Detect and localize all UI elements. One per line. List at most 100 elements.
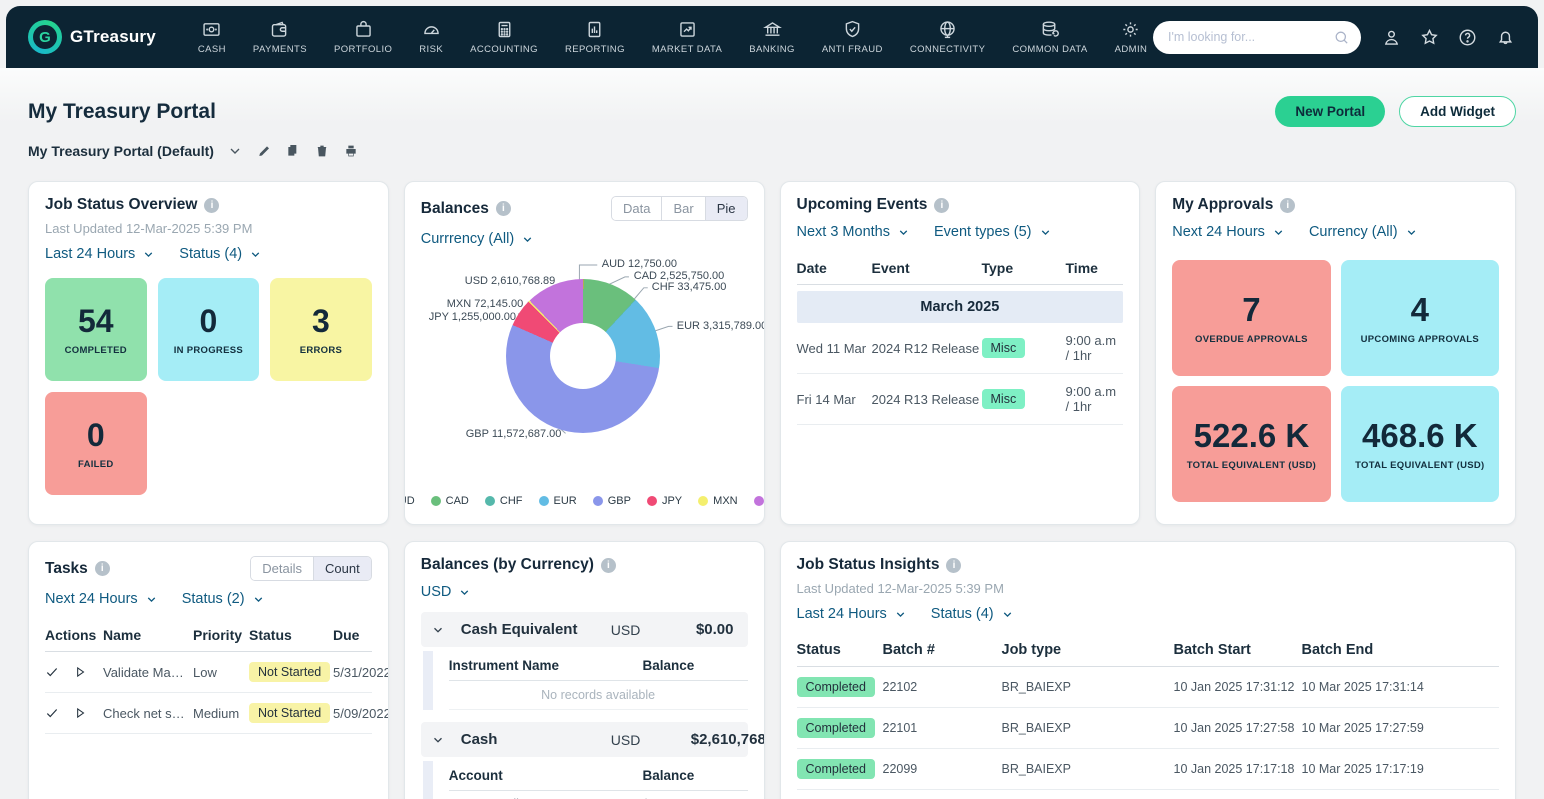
failed-tile[interactable]: 0 FAILED — [45, 392, 147, 495]
banking-icon — [762, 19, 783, 40]
view-details[interactable]: Details — [251, 557, 313, 580]
complete-task-icon[interactable] — [45, 665, 59, 679]
complete-task-icon[interactable] — [45, 706, 59, 720]
status-filter[interactable]: Status (4) — [179, 246, 262, 262]
nav-item-reporting[interactable]: REPORTING — [565, 19, 625, 55]
new-portal-button[interactable]: New Portal — [1275, 96, 1385, 127]
task-row[interactable]: Check net settl... Medium Not Started 5/… — [45, 693, 372, 734]
info-icon[interactable] — [204, 198, 219, 213]
chevron-down-icon — [1039, 226, 1052, 239]
info-icon[interactable] — [496, 201, 511, 216]
pie-label-jpy: JPY 1,255,000.00 — [429, 311, 516, 323]
time-filter[interactable]: Next 24 Hours — [45, 591, 158, 607]
view-bar[interactable]: Bar — [661, 197, 704, 220]
info-icon[interactable] — [934, 198, 949, 213]
job-status-badge: Completed — [797, 677, 875, 697]
add-widget-button[interactable]: Add Widget — [1399, 96, 1516, 127]
currency-filter[interactable]: Currrency (All) — [421, 231, 534, 247]
tasks-table-header: Actions Name Priority Status Due — [45, 621, 372, 652]
in-progress-tile[interactable]: 0 IN PROGRESS — [158, 278, 260, 381]
event-types-filter[interactable]: Event types (5) — [934, 224, 1052, 240]
status-filter[interactable]: Status (4) — [931, 606, 1014, 622]
info-icon[interactable] — [601, 558, 616, 573]
task-row[interactable]: Validate Mark to... Low Not Started 5/31… — [45, 652, 372, 693]
legend-cad[interactable]: CAD — [431, 495, 469, 507]
nav-item-anti-fraud[interactable]: ANTI FRAUD — [822, 19, 883, 55]
user-icon[interactable] — [1381, 27, 1402, 48]
start-task-icon[interactable] — [73, 706, 87, 720]
view-pie[interactable]: Pie — [705, 197, 747, 220]
nav-item-cash[interactable]: CASH — [198, 19, 226, 55]
legend-chf[interactable]: CHF — [485, 495, 523, 507]
completed-tile[interactable]: 54 COMPLETED — [45, 278, 147, 381]
search-input[interactable] — [1153, 21, 1361, 54]
print-icon[interactable] — [343, 143, 359, 159]
view-data[interactable]: Data — [612, 197, 661, 220]
nav-item-accounting[interactable]: ACCOUNTING — [470, 19, 538, 55]
edit-icon[interactable] — [256, 143, 272, 159]
event-row[interactable]: Wed 11 Mar 2024 R12 Release Misc 9:00 a.… — [797, 323, 1124, 374]
widget-title: Upcoming Events — [797, 196, 1124, 214]
nav-item-banking[interactable]: BANKING — [749, 19, 795, 55]
info-icon[interactable] — [95, 561, 110, 576]
insight-row[interactable]: Completed 22099 BR_BAIEXP 10 Jan 2025 17… — [797, 749, 1500, 790]
legend-jpy[interactable]: JPY — [647, 495, 682, 507]
help-icon[interactable] — [1457, 27, 1478, 48]
donut-chart[interactable] — [506, 279, 660, 433]
cash-section[interactable]: Cash USD $2,610,768.89 — [421, 722, 748, 757]
legend-mxn[interactable]: MXN — [698, 495, 737, 507]
page-title: My Treasury Portal — [28, 100, 216, 124]
time-filter[interactable]: Last 24 Hours — [797, 606, 907, 622]
nav-item-connectivity[interactable]: CONNECTIVITY — [910, 19, 986, 55]
nav-item-market-data[interactable]: MARKET DATA — [652, 19, 722, 55]
payments-icon — [269, 19, 290, 40]
legend-aud[interactable]: AUD — [404, 495, 415, 507]
time-filter[interactable]: Next 3 Months — [797, 224, 911, 240]
legend-gbp[interactable]: GBP — [593, 495, 631, 507]
nav-item-portfolio[interactable]: PORTFOLIO — [334, 19, 392, 55]
gtreasury-logo-icon — [28, 20, 62, 54]
event-type-badge: Misc — [982, 389, 1026, 409]
insight-row[interactable]: Completed 22101 BR_BAIEXP 10 Jan 2025 17… — [797, 708, 1500, 749]
chevron-down-icon — [521, 233, 534, 246]
chevron-down-icon[interactable] — [227, 143, 243, 159]
nav-item-risk[interactable]: RISK — [419, 19, 443, 55]
legend-eur[interactable]: EUR — [539, 495, 577, 507]
info-icon[interactable] — [1280, 198, 1295, 213]
insight-row[interactable]: Completed 22102 BR_BAIEXP 10 Jan 2025 17… — [797, 667, 1500, 708]
account-row[interactable]: GTS Australia USD OPS Acct $1,200,000.00 — [449, 791, 748, 799]
chevron-down-icon — [431, 733, 445, 747]
upcoming-approvals-tile[interactable]: 4 UPCOMING APPROVALS — [1341, 260, 1499, 376]
view-count[interactable]: Count — [313, 557, 371, 580]
pie-label-mxn: MXN 72,145.00 — [447, 298, 523, 310]
insight-row[interactable]: Completed 22098 BR_BAIEXP 10 Jan 2025 17… — [797, 790, 1500, 799]
chevron-down-icon — [897, 226, 910, 239]
upcoming-total-tile[interactable]: 468.6 K TOTAL EQUIVALENT (USD) — [1341, 386, 1499, 502]
widget-title: Tasks — [45, 560, 110, 578]
currency-filter[interactable]: USD — [421, 584, 472, 600]
time-filter[interactable]: Next 24 Hours — [1172, 224, 1285, 240]
status-filter[interactable]: Status (2) — [182, 591, 265, 607]
currency-filter[interactable]: Currency (All) — [1309, 224, 1418, 240]
risk-icon — [421, 19, 442, 40]
errors-tile[interactable]: 3 ERRORS — [270, 278, 372, 381]
nav-item-admin[interactable]: ADMIN — [1115, 19, 1148, 55]
nav-item-common-data[interactable]: COMMON DATA — [1012, 19, 1087, 55]
start-task-icon[interactable] — [73, 665, 87, 679]
info-icon[interactable] — [946, 558, 961, 573]
gtreasury-logo[interactable]: GTreasury — [28, 20, 156, 54]
star-icon[interactable] — [1419, 27, 1440, 48]
delete-icon[interactable] — [314, 143, 330, 159]
event-row[interactable]: Fri 14 Mar 2024 R13 Release Misc 9:00 a.… — [797, 374, 1124, 425]
cash-equivalent-subtable: Instrument Name Balance No records avail… — [423, 651, 748, 710]
overdue-approvals-tile[interactable]: 7 OVERDUE APPROVALS — [1172, 260, 1330, 376]
legend-usd[interactable]: USD — [754, 495, 765, 507]
search-icon[interactable] — [1333, 29, 1350, 46]
overdue-total-tile[interactable]: 522.6 K TOTAL EQUIVALENT (USD) — [1172, 386, 1330, 502]
portal-selector[interactable]: My Treasury Portal (Default) — [28, 143, 214, 159]
copy-icon[interactable] — [285, 143, 301, 159]
cash-equivalent-section[interactable]: Cash Equivalent USD $0.00 — [421, 612, 748, 647]
nav-item-payments[interactable]: PAYMENTS — [253, 19, 307, 55]
bell-icon[interactable] — [1495, 27, 1516, 48]
time-filter[interactable]: Last 24 Hours — [45, 246, 155, 262]
